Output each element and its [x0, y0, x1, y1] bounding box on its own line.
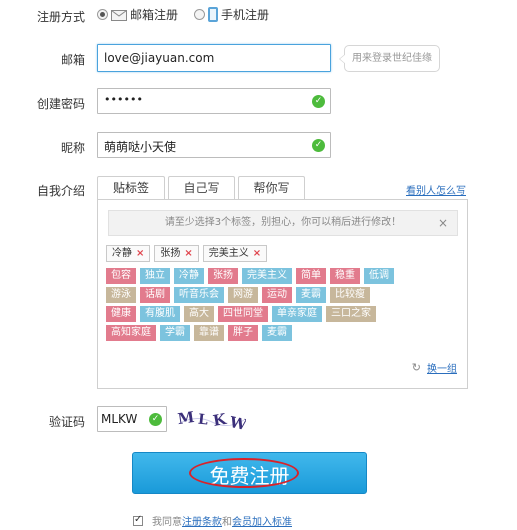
svg-text:M: M	[177, 408, 196, 428]
tag-option[interactable]: 单亲家庭	[272, 306, 322, 322]
selected-tags: 冷静 × 张扬 × 完美主义 ×	[106, 245, 271, 262]
mail-icon	[111, 9, 127, 21]
nickname-label: 昵称	[60, 141, 85, 155]
remove-tag-icon[interactable]: ×	[136, 246, 144, 261]
password-valid-check-icon: ✓	[312, 95, 325, 108]
captcha-value: MLKW	[101, 412, 138, 426]
phone-register-radio[interactable]	[194, 8, 206, 20]
see-others-link[interactable]: 看别人怎么写	[406, 182, 466, 197]
nickname-input[interactable]: 萌萌哒小天使 ✓	[97, 132, 331, 158]
captcha-valid-check-icon: ✓	[149, 413, 162, 426]
tag-option[interactable]: 独立	[140, 268, 170, 284]
refresh-tags-button[interactable]: ↻ 换一组	[412, 360, 457, 375]
email-hint-tooltip: 用来登录世纪佳缘	[339, 45, 440, 72]
tag-option[interactable]: 听音乐会	[174, 287, 224, 303]
tag-option[interactable]: 低调	[364, 268, 394, 284]
selected-tag-label: 完美主义	[208, 248, 249, 259]
svg-text:L: L	[197, 412, 209, 429]
tag-notice-text: 请至少选择3个标签，别担心，你可以稍后进行修改！	[164, 217, 402, 228]
tab-write-myself[interactable]: 自己写	[168, 176, 235, 200]
intro-tabs: 贴标签 自己写 帮你写	[97, 176, 308, 201]
standard-link[interactable]: 会员加入标准	[232, 513, 292, 528]
selected-tag-label: 张扬	[160, 248, 181, 259]
register-method-label: 注册方式	[36, 10, 85, 24]
tag-row: 健康 有腹肌 高大 四世同堂 单亲家庭 三口之家	[106, 306, 398, 322]
free-register-button[interactable]: 免费注册	[132, 452, 367, 494]
email-hint-text: 用来登录世纪佳缘	[352, 53, 432, 64]
tag-option[interactable]: 稳重	[330, 268, 360, 284]
email-register-label[interactable]: 邮箱注册	[130, 6, 178, 23]
tag-option[interactable]: 冷静	[174, 268, 204, 284]
tag-option[interactable]: 网游	[228, 287, 258, 303]
email-value: love@jiayuan.com	[104, 51, 215, 65]
highlight-oval	[189, 458, 299, 488]
tag-row: 包容 独立 冷静 张扬 完美主义 简单 稳重 低调	[106, 268, 398, 284]
selected-tag: 完美主义 ×	[202, 245, 268, 262]
tag-option[interactable]: 麦霸	[296, 287, 326, 303]
tag-option[interactable]: 三口之家	[326, 306, 376, 322]
tag-notice: 请至少选择3个标签，别担心，你可以稍后进行修改！ ×	[108, 210, 458, 236]
tag-option[interactable]: 包容	[106, 268, 136, 284]
captcha-image[interactable]: M L K W	[176, 406, 246, 432]
terms-link[interactable]: 注册条款	[182, 513, 222, 528]
tag-option[interactable]: 话剧	[140, 287, 170, 303]
agree-and: 和	[222, 517, 232, 528]
agree-prefix: 我同意	[152, 517, 182, 528]
tag-option[interactable]: 四世同堂	[218, 306, 268, 322]
selected-tag: 张扬 ×	[154, 245, 199, 262]
remove-tag-icon[interactable]: ×	[184, 246, 192, 261]
tag-option[interactable]: 张扬	[208, 268, 238, 284]
close-icon[interactable]: ×	[438, 211, 448, 235]
tag-row: 游泳 话剧 听音乐会 网游 运动 麦霸 比较瘦	[106, 287, 398, 303]
tag-option[interactable]: 麦霸	[262, 325, 292, 341]
tab-tags[interactable]: 贴标签	[97, 176, 165, 201]
tab-help-write[interactable]: 帮你写	[238, 176, 305, 200]
tag-row: 高知家庭 学霸 靠谱 胖子 麦霸	[106, 325, 398, 341]
tag-options: 包容 独立 冷静 张扬 完美主义 简单 稳重 低调 游泳 话剧 听音乐会 网游 运动 麦霸 比较瘦 健康 有腹肌…	[106, 268, 398, 344]
captcha-input[interactable]: MLKW ✓	[97, 406, 167, 432]
remove-tag-icon[interactable]: ×	[253, 246, 261, 261]
password-label: 创建密码	[36, 97, 85, 111]
selected-tag: 冷静 ×	[106, 245, 151, 262]
captcha-label: 验证码	[48, 415, 85, 429]
nickname-value: 萌萌哒小天使	[104, 140, 177, 154]
tag-option[interactable]: 运动	[262, 287, 292, 303]
tag-option[interactable]: 简单	[296, 268, 326, 284]
tag-option[interactable]: 高大	[184, 306, 214, 322]
intro-label: 自我介绍	[36, 184, 85, 198]
tag-option[interactable]: 学霸	[160, 325, 190, 341]
tag-option[interactable]: 胖子	[228, 325, 258, 341]
nickname-valid-check-icon: ✓	[312, 139, 325, 152]
tag-option[interactable]: 游泳	[106, 287, 136, 303]
refresh-icon: ↻	[411, 361, 421, 374]
selected-tag-label: 冷静	[112, 248, 132, 259]
agreement-row: 我同意 注册条款 和 会员加入标准	[133, 513, 292, 528]
email-register-radio[interactable]	[97, 8, 108, 20]
tag-option[interactable]: 比较瘦	[330, 287, 370, 303]
tag-option[interactable]: 健康	[106, 306, 136, 322]
tag-option[interactable]: 有腹肌	[140, 306, 180, 322]
password-input[interactable]: •••••• ✓	[97, 88, 331, 114]
tag-option[interactable]: 靠谱	[194, 325, 224, 341]
email-input[interactable]: love@jiayuan.com	[97, 44, 331, 72]
agree-checkbox[interactable]	[133, 514, 143, 526]
email-label: 邮箱	[60, 53, 85, 67]
register-method-group: 邮箱注册 手机注册	[97, 6, 269, 22]
phone-icon	[208, 6, 219, 22]
tag-option[interactable]: 高知家庭	[106, 325, 156, 341]
password-value: ••••••	[104, 93, 143, 106]
refresh-tags-label: 换一组	[427, 364, 457, 375]
phone-register-label[interactable]: 手机注册	[221, 6, 269, 23]
tag-option[interactable]: 完美主义	[242, 268, 292, 284]
tag-panel: 请至少选择3个标签，别担心，你可以稍后进行修改！ × 冷静 × 张扬 × 完美主义 × 包…	[97, 199, 468, 389]
